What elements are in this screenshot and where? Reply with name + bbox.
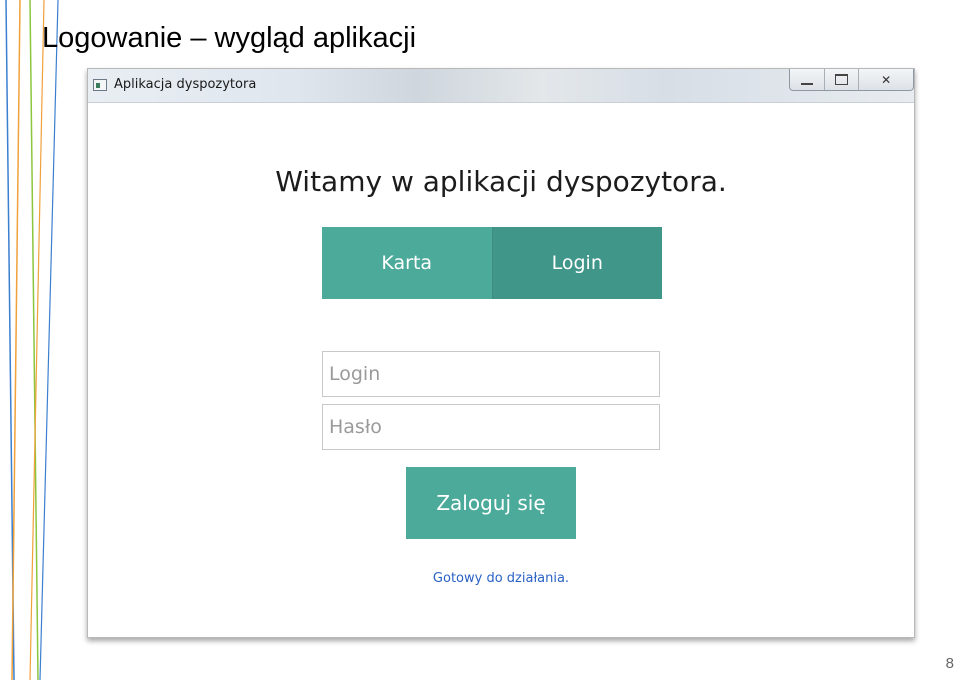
window-controls: ✕	[789, 69, 914, 91]
login-mode-tabs: Karta Login	[322, 227, 662, 299]
tab-login[interactable]: Login	[492, 227, 662, 299]
login-input[interactable]	[322, 351, 660, 397]
window-titlebar[interactable]: Aplikacja dyspozytora ✕	[88, 69, 914, 103]
app-window-icon	[93, 79, 107, 91]
window-title: Aplikacja dyspozytora	[114, 77, 257, 92]
tab-karta[interactable]: Karta	[322, 227, 493, 299]
window-content: Witamy w aplikacji dyspozytora. Karta Lo…	[88, 103, 914, 637]
minimize-button[interactable]	[790, 69, 825, 90]
application-window: Aplikacja dyspozytora ✕ Witamy w aplikac…	[87, 68, 915, 638]
decorative-slide-lines	[5, 0, 59, 680]
maximize-icon	[834, 74, 848, 85]
slide-page-number: 8	[945, 655, 954, 672]
password-input[interactable]	[322, 404, 660, 450]
login-button[interactable]: Zaloguj się	[406, 467, 576, 539]
close-button[interactable]: ✕	[859, 69, 913, 90]
close-icon: ✕	[881, 72, 892, 87]
slide-title: Logowanie – wygląd aplikacji	[42, 22, 417, 54]
status-text: Gotowy do działania.	[432, 571, 570, 586]
maximize-button[interactable]	[825, 69, 860, 90]
minimize-icon	[800, 80, 813, 85]
welcome-heading: Witamy w aplikacji dyspozytora.	[275, 165, 727, 198]
